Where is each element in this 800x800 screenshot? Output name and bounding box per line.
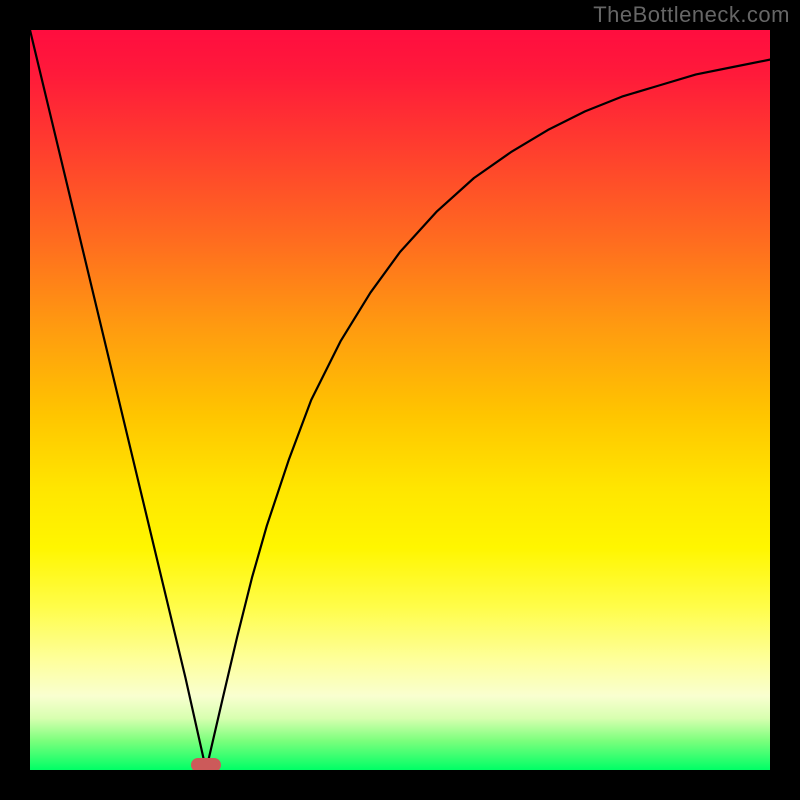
plot-area	[30, 30, 770, 770]
bottleneck-curve	[30, 30, 770, 770]
curve-svg	[30, 30, 770, 770]
minimum-marker	[191, 758, 221, 770]
chart-frame: TheBottleneck.com	[0, 0, 800, 800]
watermark-text: TheBottleneck.com	[593, 2, 790, 28]
